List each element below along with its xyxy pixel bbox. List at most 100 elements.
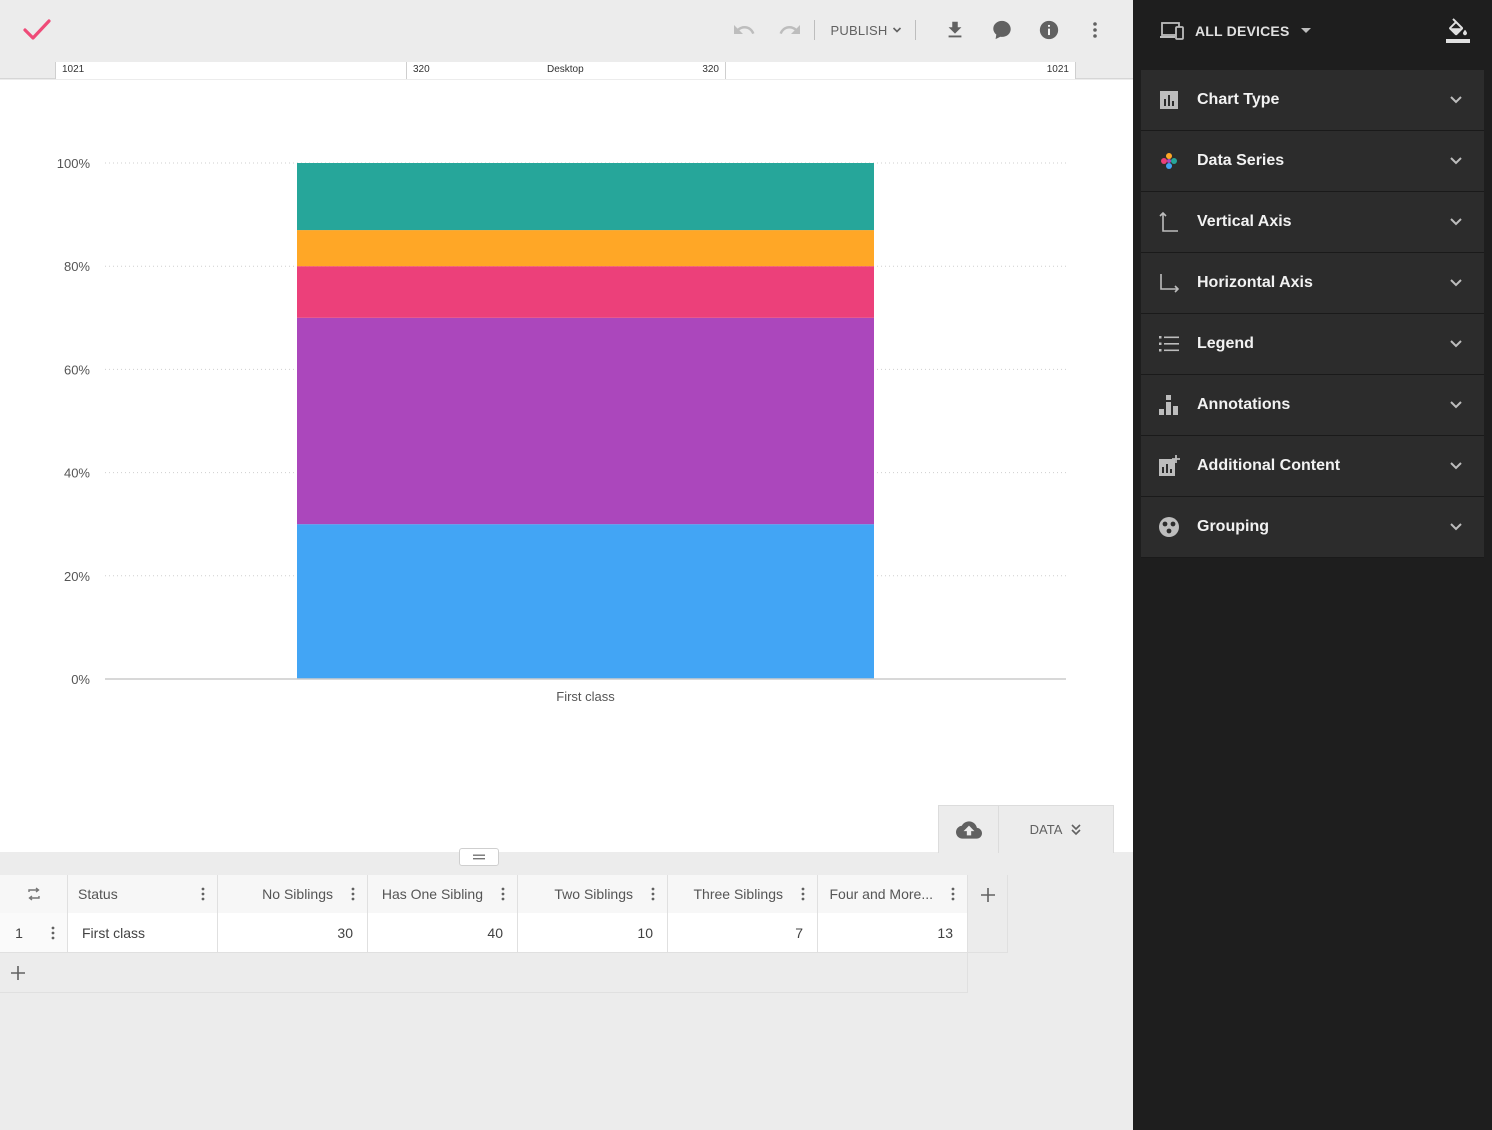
undo-icon <box>734 25 755 34</box>
panel-grouping[interactable]: Grouping <box>1141 497 1484 558</box>
panel-horizontal-axis[interactable]: Horizontal Axis <box>1141 253 1484 314</box>
more-vert-icon <box>201 887 205 901</box>
device-row: ALL DEVICES <box>1133 0 1492 62</box>
info-button[interactable] <box>1033 14 1065 46</box>
undo-button[interactable] <box>728 14 760 46</box>
upload-data-button[interactable] <box>939 806 999 853</box>
list-icon <box>1159 336 1179 352</box>
table-cell-has-one-sibling[interactable]: 40 <box>368 913 518 953</box>
column-header-label: Status <box>78 886 118 902</box>
table-cell-three-siblings[interactable]: 7 <box>668 913 818 953</box>
device-label: ALL DEVICES <box>1195 23 1290 39</box>
cell-value: 10 <box>637 924 653 941</box>
column-header-four-and-more[interactable]: Four and More... <box>818 875 968 915</box>
download-button[interactable] <box>940 14 970 46</box>
redo-button[interactable] <box>774 14 806 46</box>
column-header-label: Has One Sibling <box>381 886 483 902</box>
device-width-ruler: 1021 320 Desktop 320 1021 <box>0 62 1133 79</box>
settings-panels: Chart Type Data Series Vertical Axis Hor… <box>1141 70 1484 558</box>
column-header-has-one-sibling[interactable]: Has One Sibling <box>368 875 518 915</box>
chevron-down-icon <box>892 27 901 33</box>
stacked-bar-chart: 0% 20% 40% 60% 80% 100% First class <box>57 156 1066 704</box>
column-menu-button[interactable] <box>643 887 663 901</box>
swap-icon <box>27 887 40 901</box>
theme-button[interactable] <box>1443 16 1473 46</box>
settings-sidebar: ALL DEVICES Chart Type Data Series Verti… <box>1133 0 1492 1130</box>
vertical-axis-icon <box>1159 211 1178 232</box>
data-toggle-label: DATA <box>1029 822 1063 837</box>
panel-vertical-axis[interactable]: Vertical Axis <box>1141 192 1484 253</box>
chevron-down-icon <box>1450 523 1462 531</box>
more-vert-icon <box>1093 22 1097 38</box>
table-cell-status[interactable]: First class <box>68 913 218 953</box>
row-number-label: 1 <box>15 924 23 941</box>
column-menu-button[interactable] <box>193 887 213 901</box>
publish-label: PUBLISH <box>830 22 888 38</box>
y-tick-label: 100% <box>57 156 91 171</box>
redo-icon <box>779 25 800 34</box>
column-menu-button[interactable] <box>793 887 813 901</box>
add-column-button[interactable] <box>968 875 1008 915</box>
check-button[interactable] <box>20 14 54 46</box>
column-header-three-siblings[interactable]: Three Siblings <box>668 875 818 915</box>
bar-segment-two-siblings <box>297 266 874 318</box>
table-cell-no-siblings[interactable]: 30 <box>218 913 368 953</box>
table-cell-two-siblings[interactable]: 10 <box>518 913 668 953</box>
panel-resize-handle[interactable] <box>459 848 499 866</box>
ruler-segment-left-outer: 1021 <box>55 62 406 79</box>
panel-chart-type[interactable]: Chart Type <box>1141 70 1484 131</box>
y-tick-label: 80% <box>64 259 90 274</box>
more-vert-icon <box>651 887 655 901</box>
bar-chart-icon <box>1160 91 1178 109</box>
add-row-button[interactable] <box>0 953 968 993</box>
device-selector[interactable]: ALL DEVICES <box>1159 16 1312 46</box>
cloud-upload-icon <box>955 820 982 839</box>
horizontal-axis-icon <box>1160 274 1180 293</box>
palette-dots-icon <box>1161 153 1177 169</box>
comment-button[interactable] <box>986 14 1018 46</box>
download-icon <box>948 21 962 38</box>
data-toolbar: DATA <box>938 805 1114 853</box>
ruler-label-right-outer: 1021 <box>1046 64 1069 75</box>
ruler-label-left-outer: 1021 <box>62 64 85 75</box>
grid-header-row: Status No Siblings Has One Sibling Two S… <box>0 875 1008 915</box>
column-header-label: Three Siblings <box>693 886 784 902</box>
more-vert-icon <box>801 887 805 901</box>
publish-button[interactable]: PUBLISH <box>826 14 906 46</box>
comment-icon <box>993 20 1011 40</box>
panel-annotations[interactable]: Annotations <box>1141 375 1484 436</box>
double-chevron-down-icon <box>1071 823 1081 835</box>
bar-segment-three-siblings <box>297 230 874 267</box>
x-tick-label: First class <box>556 689 615 704</box>
plus-icon <box>11 965 25 980</box>
table-row: 1 First class 30 40 10 7 13 <box>0 913 1008 953</box>
panel-additional-content[interactable]: Additional Content <box>1141 436 1484 497</box>
more-options-button[interactable] <box>1080 14 1110 46</box>
column-header-label: Two Siblings <box>554 886 633 902</box>
column-menu-button[interactable] <box>943 887 963 901</box>
transpose-button[interactable] <box>0 875 68 915</box>
more-vert-icon <box>51 926 54 939</box>
chevron-down-icon <box>1450 462 1462 470</box>
column-menu-button[interactable] <box>343 887 363 901</box>
column-menu-button[interactable] <box>493 887 513 901</box>
y-tick-label: 60% <box>64 362 90 377</box>
column-header-two-siblings[interactable]: Two Siblings <box>518 875 668 915</box>
column-header-status[interactable]: Status <box>68 875 218 915</box>
chevron-down-icon <box>1450 96 1462 104</box>
panel-data-series[interactable]: Data Series <box>1141 131 1484 192</box>
row-filler <box>968 913 1008 953</box>
ruler-label-left-inner: 320 <box>413 64 430 75</box>
ruler-label-right-inner: 320 <box>702 64 719 75</box>
data-panel-toggle[interactable]: DATA <box>999 806 1113 853</box>
panel-legend[interactable]: Legend <box>1141 314 1484 375</box>
ruler-segment-center: 320 Desktop 320 <box>406 62 725 79</box>
cell-value: 13 <box>937 924 953 941</box>
table-cell-four-and-more[interactable]: 13 <box>818 913 968 953</box>
plus-icon <box>980 888 995 902</box>
row-menu-button[interactable] <box>38 913 68 953</box>
paint-bucket-icon <box>1446 18 1470 43</box>
devices-icon <box>1160 22 1184 40</box>
column-header-no-siblings[interactable]: No Siblings <box>218 875 368 915</box>
y-tick-label: 40% <box>64 466 90 481</box>
